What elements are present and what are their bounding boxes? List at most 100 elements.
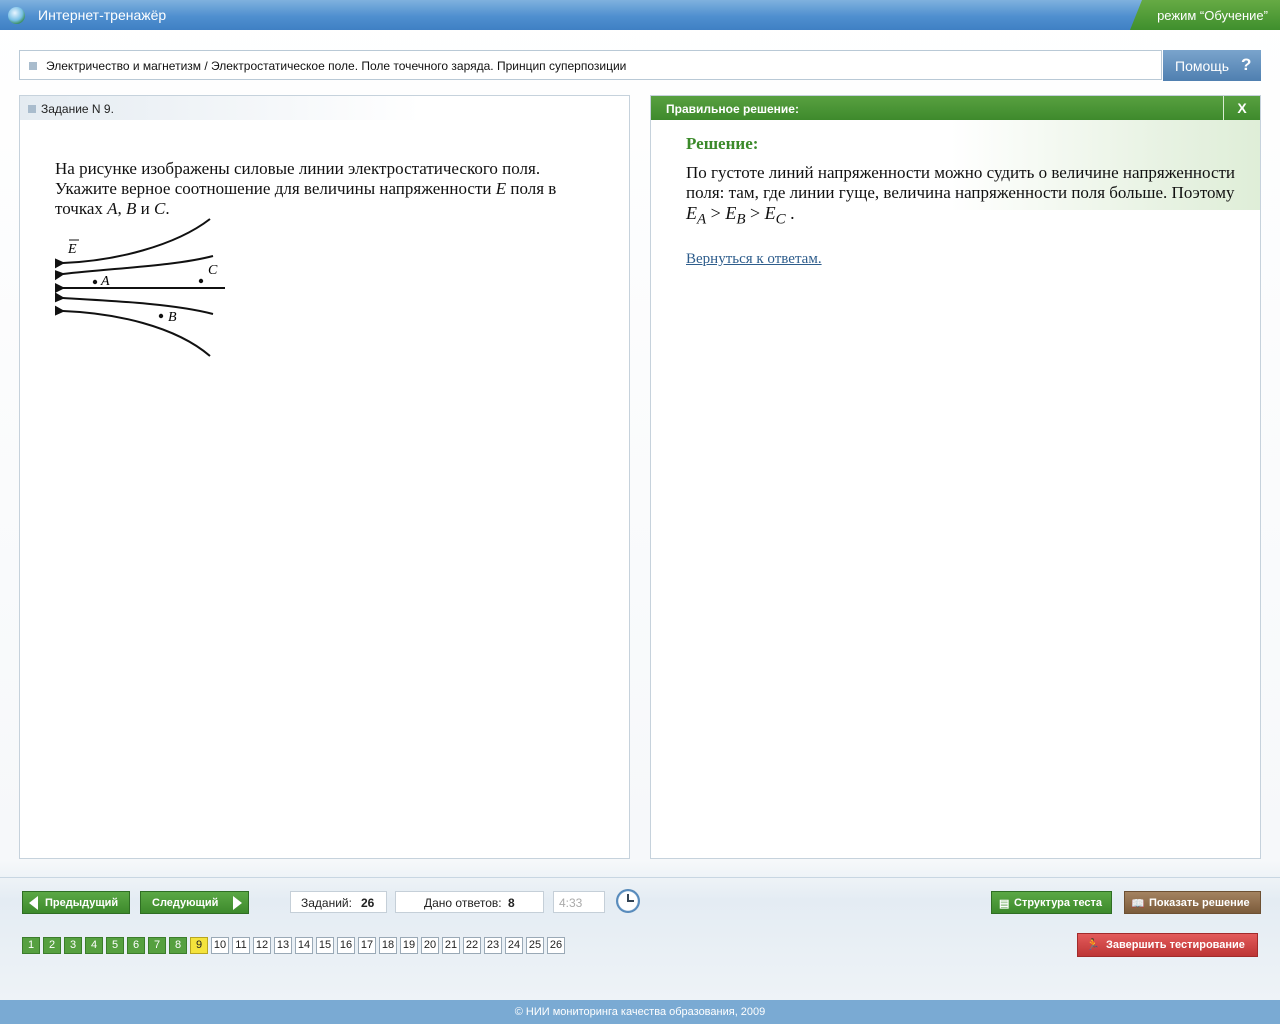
formula-sub-a: A — [697, 211, 707, 228]
field-line — [55, 255, 214, 284]
toolbar-divider — [0, 877, 1280, 878]
task-header: Задание N 9. — [20, 96, 420, 120]
point-a-dot — [92, 279, 98, 285]
formula-sub-b: B — [736, 211, 746, 228]
question-nav-item-25[interactable]: 25 — [526, 937, 544, 954]
copyright: © НИИ мониторинга качества образования, … — [514, 1006, 766, 1018]
running-man-icon: 🏃 — [1086, 939, 1100, 951]
point-c-dot — [198, 278, 204, 284]
tasks-count: 26 — [361, 896, 375, 910]
question-nav-item-7[interactable]: 7 — [148, 937, 166, 954]
question-nav-item-11[interactable]: 11 — [232, 937, 250, 954]
breadcrumb-text: Электричество и магнетизм / Электростати… — [46, 59, 627, 73]
solution-text: По густоте линий напряженности можно суд… — [686, 163, 1241, 230]
formula-e: E — [764, 203, 776, 223]
question-nav-item-22[interactable]: 22 — [463, 937, 481, 954]
question-nav-item-26[interactable]: 26 — [547, 937, 565, 954]
back-to-answers-link[interactable]: Вернуться к ответам. — [686, 251, 822, 268]
breadcrumb: Электричество и магнетизм / Электростати… — [19, 50, 1162, 80]
answers-label: Дано ответов: — [424, 896, 502, 910]
test-structure-label: Структура теста — [1014, 897, 1103, 909]
question-part: На рисунке изображены силовые линии элек… — [55, 159, 541, 198]
field-lines-figure: E A C B — [55, 218, 225, 357]
question-nav-item-20[interactable]: 20 — [421, 937, 439, 954]
title-bar: Интернет-тренажёр режим “Обучение” — [0, 0, 1280, 30]
finish-testing-button[interactable]: 🏃 Завершить тестирование — [1077, 933, 1258, 957]
help-label: Помощь — [1175, 58, 1230, 74]
question-nav-item-24[interactable]: 24 — [505, 937, 523, 954]
mode-indicator: режим “Обучение” — [1130, 0, 1280, 30]
tasks-counter: Заданий: 26 — [290, 891, 387, 913]
question-nav-item-21[interactable]: 21 — [442, 937, 460, 954]
list-icon: ▤ — [999, 898, 1010, 910]
task-panel: Задание N 9. На рисунке изображены силов… — [19, 95, 630, 859]
point-b-label: B — [168, 310, 177, 325]
question-nav-item-8[interactable]: 8 — [169, 937, 187, 954]
question-nav-item-10[interactable]: 10 — [211, 937, 229, 954]
show-solution-label: Показать решение — [1149, 897, 1250, 909]
previous-button[interactable]: Предыдущий — [22, 891, 130, 914]
footer: © НИИ мониторинга качества образования, … — [0, 1000, 1280, 1024]
point-a-label: A — [100, 274, 110, 289]
formula-sub-c: C — [775, 211, 786, 228]
task-number: Задание N 9. — [41, 102, 114, 116]
previous-label: Предыдущий — [45, 897, 119, 909]
formula-gt: > — [745, 203, 765, 223]
question-text: На рисунке изображены силовые линии элек… — [55, 159, 600, 219]
question-nav-item-9[interactable]: 9 — [190, 937, 208, 954]
bullet-square-icon — [29, 62, 37, 70]
question-nav-item-15[interactable]: 15 — [316, 937, 334, 954]
bullet-square-icon — [28, 105, 36, 113]
field-line — [55, 218, 211, 272]
formula-e: E — [686, 203, 697, 223]
solution-header-label: Правильное решение: — [666, 102, 799, 116]
formula-gt: > — [706, 203, 726, 223]
arrow-right-icon — [233, 896, 242, 910]
question-nav-item-12[interactable]: 12 — [253, 937, 271, 954]
next-button[interactable]: Следующий — [140, 891, 249, 914]
question-nav-item-3[interactable]: 3 — [64, 937, 82, 954]
question-var-e: E — [495, 179, 507, 198]
clock-icon — [616, 889, 640, 913]
formula-end: . — [785, 203, 795, 223]
help-button[interactable]: Помощь ? — [1163, 50, 1261, 81]
arrow-left-icon — [29, 896, 38, 910]
question-nav-item-13[interactable]: 13 — [274, 937, 292, 954]
answers-count: 8 — [508, 896, 515, 910]
solution-panel: Правильное решение: X Решение: По густот… — [650, 95, 1261, 859]
globe-logo-icon — [8, 7, 25, 24]
app-title: Интернет-тренажёр — [38, 7, 167, 23]
formula-e: E — [725, 203, 737, 223]
tasks-label: Заданий: — [301, 896, 352, 910]
question-nav-item-2[interactable]: 2 — [43, 937, 61, 954]
question-nav-item-23[interactable]: 23 — [484, 937, 502, 954]
show-solution-button[interactable]: 📖 Показать решение — [1124, 891, 1261, 914]
question-nav-item-1[interactable]: 1 — [22, 937, 40, 954]
solution-formula: EA > EB > EC . — [686, 203, 795, 228]
question-icon: ? — [1241, 55, 1252, 74]
mode-label: режим “Обучение” — [1157, 8, 1268, 23]
field-line — [55, 302, 211, 357]
point-c-label: C — [208, 263, 218, 278]
solution-header: Правильное решение: — [651, 96, 1223, 120]
timer-display: 4:33 — [553, 891, 605, 913]
finish-testing-label: Завершить тестирование — [1106, 939, 1245, 951]
next-label: Следующий — [152, 897, 219, 909]
book-icon: 📖 — [1131, 898, 1145, 910]
test-structure-button[interactable]: ▤ Структура теста — [991, 891, 1112, 914]
question-nav-item-5[interactable]: 5 — [106, 937, 124, 954]
question-nav-item-17[interactable]: 17 — [358, 937, 376, 954]
question-nav-item-19[interactable]: 19 — [400, 937, 418, 954]
question-nav-item-6[interactable]: 6 — [127, 937, 145, 954]
solution-title: Решение: — [686, 134, 759, 153]
answers-counter: Дано ответов: 8 — [395, 891, 544, 913]
question-nav-item-18[interactable]: 18 — [379, 937, 397, 954]
timer-value: 4:33 — [559, 896, 583, 910]
close-solution-button[interactable]: X — [1223, 96, 1260, 120]
point-b-dot — [158, 313, 164, 319]
question-nav-item-4[interactable]: 4 — [85, 937, 103, 954]
question-nav-item-16[interactable]: 16 — [337, 937, 355, 954]
solution-body: По густоте линий напряженности можно суд… — [686, 163, 1236, 202]
vector-label: E — [67, 242, 77, 257]
question-nav-item-14[interactable]: 14 — [295, 937, 313, 954]
